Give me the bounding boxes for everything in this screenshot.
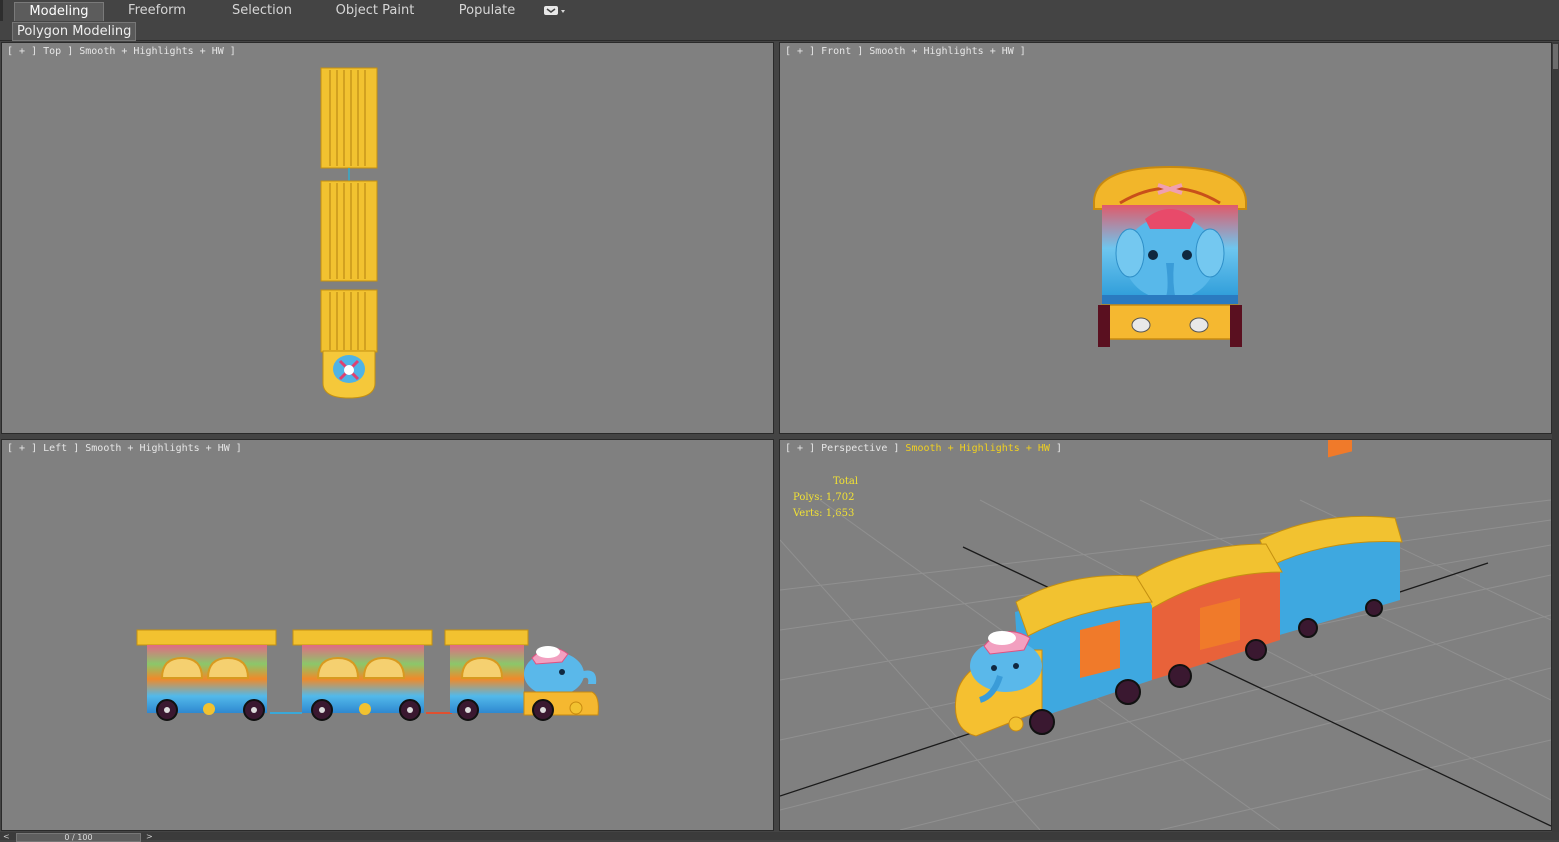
- ribbon-tab-bar: Modeling Freeform Selection Object Paint…: [0, 0, 1559, 22]
- tab-populate[interactable]: Populate: [450, 2, 524, 20]
- polygon-modeling-button[interactable]: Polygon Modeling: [12, 22, 137, 41]
- car-roof-2: [320, 180, 378, 282]
- viewport-left[interactable]: [ + ] Left ] Smooth + Highlights + HW ]: [1, 439, 774, 831]
- tab-freeform[interactable]: Freeform: [118, 2, 196, 20]
- tab-modeling[interactable]: Modeling: [14, 2, 104, 21]
- train-side-view: [136, 629, 599, 721]
- car-roof-3: [320, 289, 378, 353]
- train-perspective: [954, 440, 1403, 737]
- ribbon-options-icon[interactable]: [543, 5, 569, 17]
- viewport-top[interactable]: [ + ] Top ] Smooth + Highlights + HW ]: [1, 42, 774, 434]
- car-roof-1: [320, 67, 378, 169]
- time-slider[interactable]: 0 / 100: [16, 833, 141, 842]
- locomotive-top: [322, 350, 376, 399]
- scrollbar-thumb[interactable]: [1553, 44, 1558, 69]
- car-side-2: [292, 629, 433, 721]
- locomotive-side: [444, 629, 599, 721]
- viewport-perspective[interactable]: [ + ] Perspective ] Smooth + Highlights …: [779, 439, 1552, 831]
- perspective-scene: [780, 440, 1551, 830]
- car-side-1: [136, 629, 277, 721]
- train-front-view: [1093, 165, 1247, 347]
- viewport-front[interactable]: [ + ] Front ] Smooth + Highlights + HW ]: [779, 42, 1552, 434]
- ribbon-panel: Polygon Modeling: [0, 21, 1559, 41]
- tab-object-paint[interactable]: Object Paint: [332, 2, 418, 20]
- tab-selection[interactable]: Selection: [222, 2, 302, 20]
- time-slider-bar: [0, 832, 1559, 840]
- train-top-view: [320, 67, 378, 399]
- viewport-scrollbar[interactable]: [1552, 42, 1559, 832]
